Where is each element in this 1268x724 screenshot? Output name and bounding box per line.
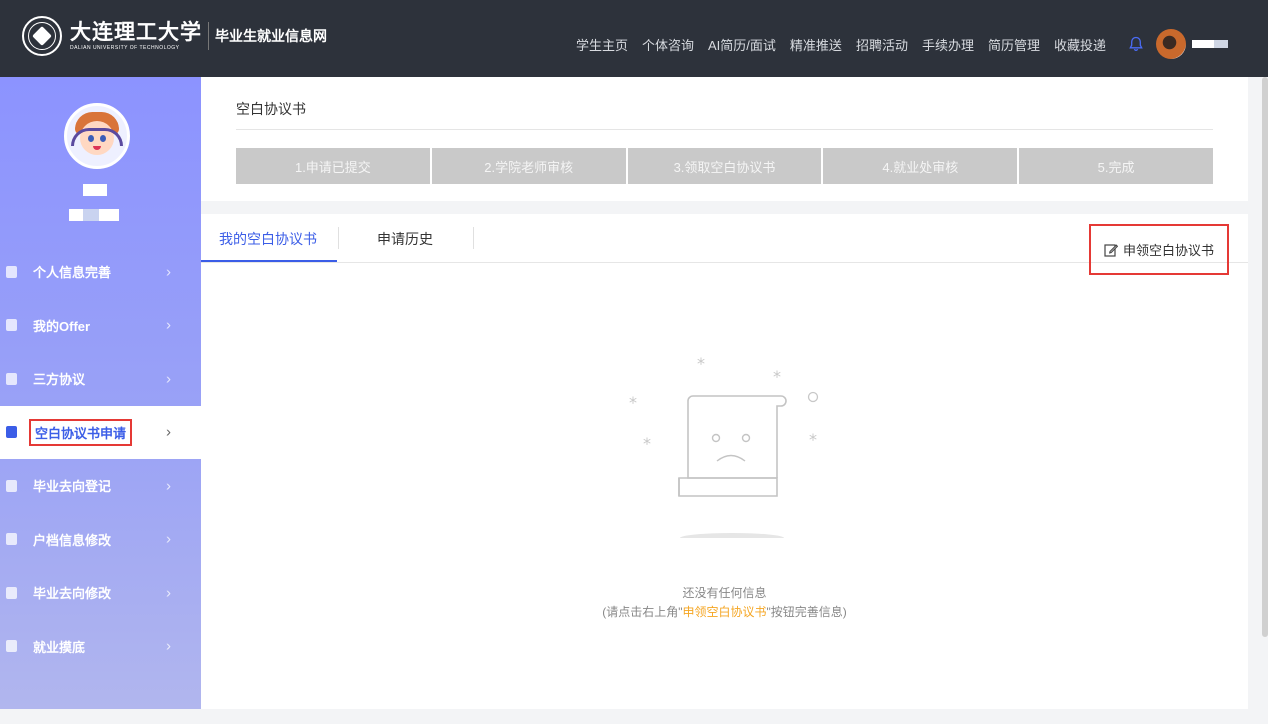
nav-push[interactable]: 精准推送 <box>790 35 842 54</box>
active-tab-indicator <box>201 260 337 262</box>
user-icon <box>6 265 17 278</box>
sidebar: 个人信息完善 › 我的Offer › 三方协议 › 空白协议书申请 › 毕业去向… <box>0 77 201 709</box>
nav-consult[interactable]: 个体咨询 <box>642 35 694 54</box>
step-college-review: 2.学院老师审核 <box>431 148 628 184</box>
sidebar-item-label: 三方协议 <box>33 372 86 388</box>
sidebar-item-blank-agreement[interactable]: 空白协议书申请 › <box>0 405 201 459</box>
top-nav: 学生主页 个体咨询 AI简历/面试 精准推送 招聘活动 手续办理 简历管理 收藏… <box>562 29 1228 59</box>
empty-document-illustration: * * * * * <box>629 354 819 538</box>
chevron-right-icon: › <box>166 263 171 281</box>
sidebar-item-destination-modify[interactable]: 毕业去向修改 › <box>0 566 201 620</box>
document-icon <box>6 319 17 332</box>
sidebar-item-archive-modify[interactable]: 户档信息修改 › <box>0 513 201 567</box>
university-name-en: DALIAN UNIVERSITY OF TECHNOLOGY <box>70 45 180 51</box>
sidebar-item-destination-register[interactable]: 毕业去向登记 › <box>0 459 201 513</box>
sidebar-item-employment-survey[interactable]: 就业摸底 › <box>0 620 201 674</box>
user-name-blurred[interactable] <box>1192 40 1214 48</box>
tab-my-agreement[interactable]: 我的空白协议书 <box>219 229 317 249</box>
chevron-right-icon: › <box>166 423 171 441</box>
top-bar: 大连理工大学 DALIAN UNIVERSITY OF TECHNOLOGY 毕… <box>0 0 1268 77</box>
document-icon <box>6 372 17 385</box>
page-scrollbar[interactable] <box>1262 77 1268 637</box>
step-office-review: 4.就业处审核 <box>823 148 1020 184</box>
step-collect-agreement: 3.领取空白协议书 <box>627 148 824 184</box>
main-panel: 我的空白协议书 申请历史 申领空白协议书 * * * * * 还没有任何信息 (… <box>201 214 1248 709</box>
edit-icon <box>1104 243 1118 257</box>
document-icon <box>6 479 17 492</box>
tab-bar: 我的空白协议书 申请历史 申领空白协议书 <box>201 214 1248 275</box>
svg-text:*: * <box>629 393 637 412</box>
svg-text:*: * <box>809 430 817 449</box>
chevron-right-icon: › <box>166 370 171 388</box>
chevron-right-icon: › <box>166 584 171 602</box>
profile-id-blurred <box>69 209 119 221</box>
car-icon <box>6 586 17 599</box>
nav-recruit[interactable]: 招聘活动 <box>856 35 908 54</box>
car-icon <box>6 533 17 546</box>
user-name-blurred-tail <box>1214 40 1228 48</box>
sidebar-item-tripartite[interactable]: 三方协议 › <box>0 352 201 406</box>
process-panel: 空白协议书 1.申请已提交 2.学院老师审核 3.领取空白协议书 4.就业处审核… <box>201 77 1248 201</box>
process-steps: 1.申请已提交 2.学院老师审核 3.领取空白协议书 4.就业处审核 5.完成 <box>236 148 1213 184</box>
sidebar-item-label: 户档信息修改 <box>33 532 112 548</box>
sidebar-item-label: 个人信息完善 <box>33 265 112 281</box>
nav-procedures[interactable]: 手续办理 <box>922 35 974 54</box>
step-complete: 5.完成 <box>1019 148 1213 184</box>
chevron-right-icon: › <box>166 530 171 548</box>
chevron-right-icon: › <box>166 637 171 655</box>
empty-message: 还没有任何信息 <box>682 586 767 600</box>
empty-hint-highlight: 申领空白协议书 <box>682 605 767 619</box>
divider <box>236 129 1213 130</box>
clipboard-icon <box>6 426 17 439</box>
sidebar-item-my-offer[interactable]: 我的Offer › <box>0 299 201 353</box>
empty-hint: (请点击右上角"申领空白协议书"按钮完善信息) <box>201 603 1248 620</box>
svg-text:*: * <box>643 434 651 453</box>
chevron-right-icon: › <box>166 477 171 495</box>
sidebar-item-label: 就业摸底 <box>33 639 86 655</box>
sidebar-item-label: 毕业去向修改 <box>33 586 112 602</box>
university-logo[interactable]: 大连理工大学 DALIAN UNIVERSITY OF TECHNOLOGY 毕… <box>22 16 327 56</box>
sidebar-item-personal-info[interactable]: 个人信息完善 › <box>0 245 201 299</box>
profile-avatar <box>64 103 130 169</box>
sidebar-menu: 个人信息完善 › 我的Offer › 三方协议 › 空白协议书申请 › 毕业去向… <box>0 245 201 673</box>
university-seal-icon <box>22 16 62 56</box>
document-icon <box>6 640 17 653</box>
profile-name-blurred <box>83 184 107 196</box>
nav-student-home[interactable]: 学生主页 <box>576 35 628 54</box>
logo-divider <box>208 22 209 50</box>
nav-favorites[interactable]: 收藏投递 <box>1054 35 1106 54</box>
step-submitted: 1.申请已提交 <box>236 148 432 184</box>
user-avatar[interactable] <box>1156 29 1186 59</box>
site-name: 毕业生就业信息网 <box>215 28 327 44</box>
bell-icon[interactable] <box>1128 36 1144 52</box>
empty-state: * * * * * 还没有任何信息 (请点击右上角"申领空白协议书"按钮完善信息… <box>201 263 1248 709</box>
page-title: 空白协议书 <box>236 101 306 117</box>
sidebar-item-label: 毕业去向登记 <box>33 479 112 495</box>
nav-ai-resume[interactable]: AI简历/面试 <box>708 35 776 54</box>
svg-text:*: * <box>773 367 781 386</box>
tab-separator <box>338 227 339 249</box>
university-name-cn: 大连理工大学 <box>70 19 202 44</box>
tab-separator <box>473 227 474 249</box>
empty-hint-prefix: (请点击右上角" <box>602 605 683 619</box>
sidebar-item-label: 空白协议书申请 <box>29 418 133 446</box>
tab-history[interactable]: 申请历史 <box>377 229 433 249</box>
svg-text:*: * <box>697 354 705 373</box>
nav-resume-manage[interactable]: 简历管理 <box>988 35 1040 54</box>
sidebar-item-label: 我的Offer <box>33 318 91 334</box>
chevron-right-icon: › <box>166 316 171 334</box>
empty-hint-suffix: "按钮完善信息) <box>766 605 847 619</box>
apply-button-label: 申领空白协议书 <box>1122 243 1214 258</box>
